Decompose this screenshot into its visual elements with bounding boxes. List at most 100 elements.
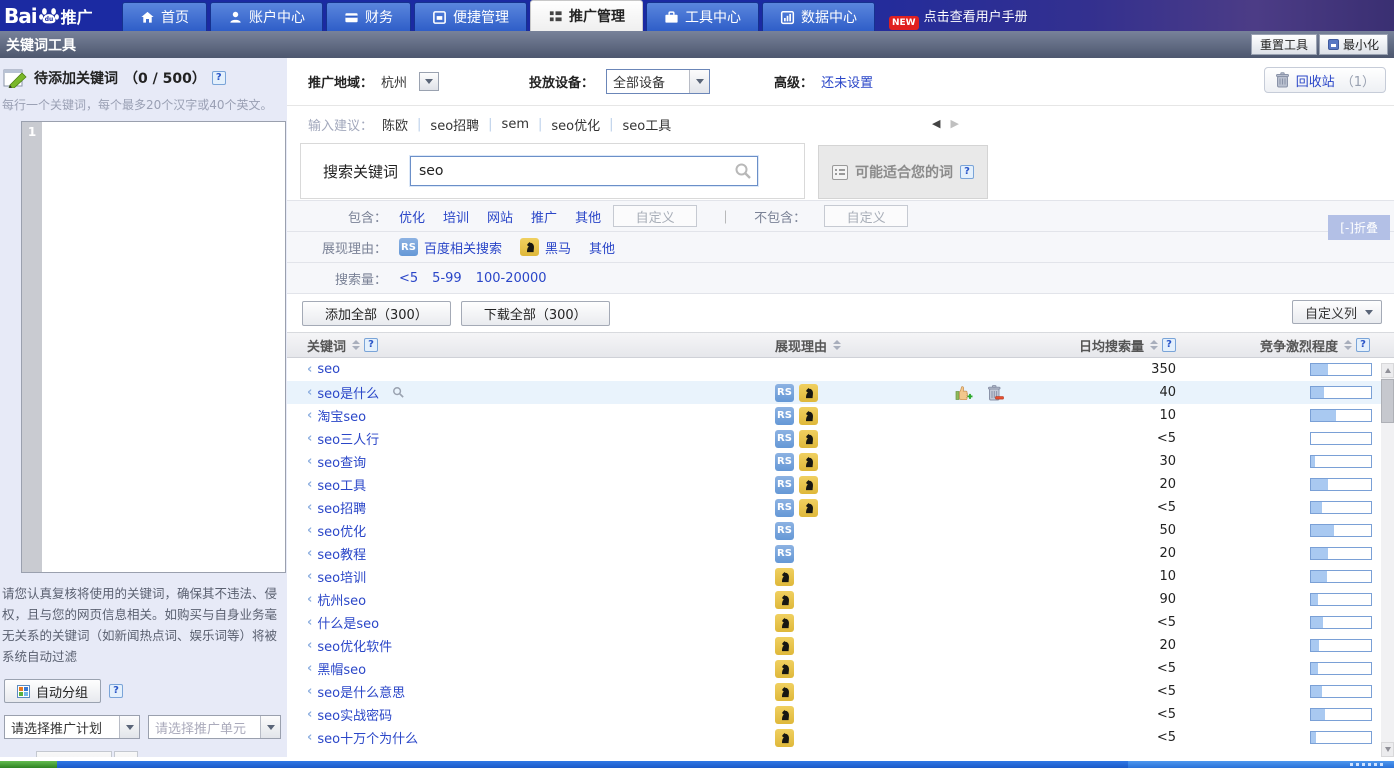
include-custom-button[interactable]: 自定义 xyxy=(613,205,697,227)
add-all-button[interactable]: 添加全部（300） xyxy=(302,301,451,326)
table-row[interactable]: ‹ seo优化 RS 50 xyxy=(287,519,1394,542)
keyword-link[interactable]: seo优化软件 xyxy=(317,636,392,655)
vertical-scrollbar[interactable] xyxy=(1381,363,1394,757)
table-row[interactable]: ‹ seo是什么意思 <5 xyxy=(287,680,1394,703)
add-left-chevron-icon: ‹ xyxy=(307,569,312,584)
prev-arrow-icon[interactable]: ◀ xyxy=(932,117,940,130)
table-row[interactable]: ‹ seo教程 RS 20 xyxy=(287,542,1394,565)
table-row[interactable]: ‹ seo工具 RS 20 xyxy=(287,473,1394,496)
custom-columns-button[interactable]: 自定义列 xyxy=(1292,300,1382,324)
plan-select[interactable]: 请选择推广计划 xyxy=(4,715,140,739)
scroll-up-button[interactable] xyxy=(1381,363,1394,378)
suggest-item[interactable]: seo工具 xyxy=(623,115,672,134)
advanced-settings-link[interactable]: 还未设置 xyxy=(821,72,873,91)
keyword-link[interactable]: seo实战密码 xyxy=(317,705,392,724)
help-icon[interactable]: ? xyxy=(109,684,123,698)
keyword-link[interactable]: 黑帽seo xyxy=(317,659,366,678)
keyword-link[interactable]: seo是什么意思 xyxy=(317,682,405,701)
table-row[interactable]: ‹ seo实战密码 <5 xyxy=(287,703,1394,726)
suggest-item[interactable]: 陈欧 xyxy=(382,115,408,134)
include-filter-link[interactable]: 培训 xyxy=(443,207,469,226)
help-icon[interactable]: ? xyxy=(1356,338,1370,352)
scroll-thumb[interactable] xyxy=(1381,379,1394,423)
table-row[interactable]: ‹ seo培训 10 xyxy=(287,565,1394,588)
nav-tab-home[interactable]: 首页 xyxy=(122,2,207,31)
suggest-item[interactable]: sem xyxy=(502,117,529,132)
keyword-link[interactable]: seo招聘 xyxy=(317,498,366,517)
wallet-icon xyxy=(344,10,359,25)
filter-horse-link[interactable]: 黑马 xyxy=(545,238,571,257)
keyword-link[interactable]: 淘宝seo xyxy=(317,406,366,425)
unit-select[interactable]: 请选择推广单元 xyxy=(148,715,281,739)
table-row[interactable]: ‹ seo 350 xyxy=(287,358,1394,381)
volume-filter-link[interactable]: 100-20000 xyxy=(476,271,547,286)
search-icon[interactable] xyxy=(734,162,752,180)
keyword-link[interactable]: seo工具 xyxy=(317,475,366,494)
keywords-textarea[interactable] xyxy=(42,122,285,572)
keyword-link[interactable]: seo十万个为什么 xyxy=(317,728,418,747)
keyword-link[interactable]: seo培训 xyxy=(317,567,366,586)
help-icon[interactable]: ? xyxy=(212,71,226,85)
reset-tool-button[interactable]: 重置工具 xyxy=(1251,34,1317,55)
delete-trash-icon[interactable] xyxy=(987,385,1004,401)
nav-tab-user[interactable]: 账户中心 xyxy=(210,2,323,31)
recycle-bin-button[interactable]: 回收站 （1） xyxy=(1264,67,1386,93)
collapse-toggle[interactable]: [-]折叠 xyxy=(1328,215,1390,240)
auto-group-button[interactable]: 自动分组 xyxy=(4,679,101,703)
help-icon[interactable]: ? xyxy=(960,165,974,179)
sort-icon[interactable] xyxy=(352,340,360,350)
suggest-item[interactable]: seo优化 xyxy=(551,115,600,134)
filter-other-link[interactable]: 其他 xyxy=(589,238,615,257)
include-filter-link[interactable]: 网站 xyxy=(487,207,513,226)
nav-tab-label: 推广管理 xyxy=(569,6,625,26)
sort-icon[interactable] xyxy=(1150,340,1158,350)
volume-filter-link[interactable]: <5 xyxy=(399,271,418,286)
add-thumb-icon[interactable] xyxy=(955,385,973,401)
table-row[interactable]: ‹ seo三人行 RS <5 xyxy=(287,427,1394,450)
keyword-link[interactable]: seo是什么 xyxy=(317,383,379,402)
keyword-link[interactable]: seo优化 xyxy=(317,521,366,540)
row-search-icon[interactable] xyxy=(392,386,405,399)
table-row[interactable]: ‹ seo是什么 RS xyxy=(287,381,1394,404)
table-row[interactable]: ‹ seo招聘 RS <5 xyxy=(287,496,1394,519)
nav-tab-briefcase[interactable]: 工具中心 xyxy=(646,2,759,31)
help-icon[interactable]: ? xyxy=(364,338,378,352)
scroll-down-button[interactable] xyxy=(1381,742,1394,757)
table-row[interactable]: ‹ seo查询 RS 30 xyxy=(287,450,1394,473)
include-filter-link[interactable]: 优化 xyxy=(399,207,425,226)
search-input[interactable] xyxy=(410,156,758,186)
device-select[interactable]: 全部设备 xyxy=(606,69,710,94)
manual-link[interactable]: 点击查看用户手册 xyxy=(924,6,1028,25)
include-filter-link[interactable]: 其他 xyxy=(575,207,601,226)
keyword-link[interactable]: seo查询 xyxy=(317,452,366,471)
tab-suitable-words[interactable]: 可能适合您的词 ? xyxy=(818,145,988,199)
keyword-link[interactable]: seo三人行 xyxy=(317,429,379,448)
volume-filter-link[interactable]: 5-99 xyxy=(432,271,462,286)
sort-icon[interactable] xyxy=(1344,340,1352,350)
nav-tab-chart[interactable]: 数据中心 xyxy=(762,2,875,31)
volume-value: <5 xyxy=(1070,431,1190,446)
include-filter-link[interactable]: 推广 xyxy=(531,207,557,226)
download-all-button[interactable]: 下载全部（300） xyxy=(461,301,610,326)
nav-tab-wallet[interactable]: 财务 xyxy=(326,2,411,31)
table-row[interactable]: ‹ seo十万个为什么 <5 xyxy=(287,726,1394,749)
table-row[interactable]: ‹ 杭州seo 90 xyxy=(287,588,1394,611)
minimize-button[interactable]: 最小化 xyxy=(1319,34,1388,55)
table-row[interactable]: ‹ seo优化软件 20 xyxy=(287,634,1394,657)
table-row[interactable]: ‹ 黑帽seo <5 xyxy=(287,657,1394,680)
nav-tab-list[interactable]: 推广管理 xyxy=(530,0,643,31)
next-arrow-icon[interactable]: ▶ xyxy=(950,117,958,130)
suggest-item[interactable]: seo招聘 xyxy=(430,115,479,134)
table-row[interactable]: ‹ 什么是seo <5 xyxy=(287,611,1394,634)
region-dropdown-button[interactable] xyxy=(419,72,439,91)
nav-tab-panel[interactable]: 便捷管理 xyxy=(414,2,527,31)
keyword-link[interactable]: 什么是seo xyxy=(317,613,379,632)
sort-icon[interactable] xyxy=(833,340,841,350)
table-row[interactable]: ‹ 淘宝seo RS 10 xyxy=(287,404,1394,427)
keyword-link[interactable]: seo教程 xyxy=(317,544,366,563)
keyword-link[interactable]: seo xyxy=(317,362,340,377)
help-icon[interactable]: ? xyxy=(1162,338,1176,352)
filter-rs-link[interactable]: 百度相关搜索 xyxy=(424,238,502,257)
exclude-custom-button[interactable]: 自定义 xyxy=(824,205,908,227)
keyword-link[interactable]: 杭州seo xyxy=(317,590,366,609)
